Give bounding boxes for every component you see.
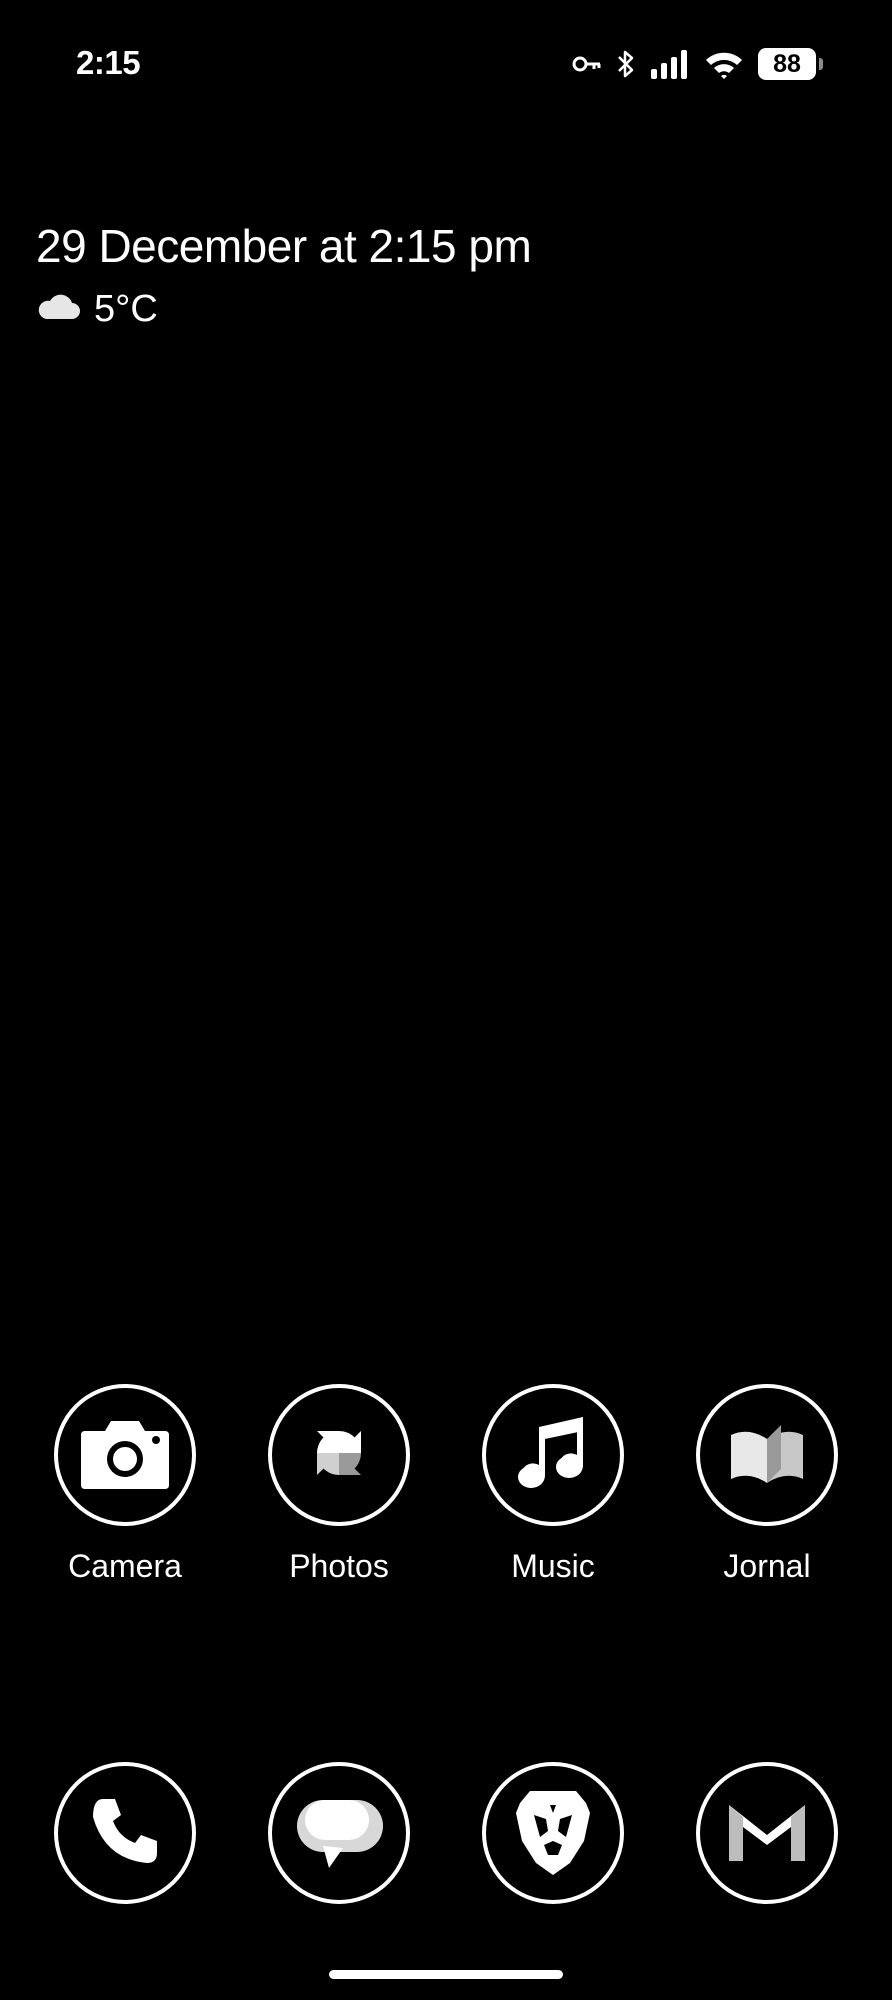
widget-date: 29 December at 2:15 pm	[36, 220, 532, 272]
bluetooth-icon	[616, 49, 636, 79]
app-music[interactable]: Music	[463, 1384, 643, 1585]
app-messages[interactable]	[249, 1762, 429, 1904]
app-label: Music	[511, 1548, 595, 1584]
status-time: 2:15	[76, 44, 141, 81]
app-icon-circle[interactable]	[482, 1762, 624, 1904]
gmail-icon	[719, 1791, 815, 1876]
app-icon-circle[interactable]	[696, 1762, 838, 1904]
temperature: 5°C	[94, 288, 158, 330]
phone-icon	[85, 1791, 165, 1876]
camera-icon	[77, 1413, 173, 1498]
cellular-signal-icon	[650, 49, 690, 79]
status-icons: 88	[572, 44, 823, 84]
brave-lion-icon	[510, 1783, 596, 1884]
cloud-icon	[36, 288, 80, 331]
messages-bubble-icon	[289, 1786, 389, 1881]
app-icon-circle[interactable]	[54, 1384, 196, 1526]
app-label: Camera	[68, 1548, 182, 1584]
status-bar: 2:15 88	[0, 0, 892, 120]
battery-icon: 88	[758, 48, 823, 80]
date-weather-widget[interactable]: 29 December at 2:15 pm 5°C	[36, 218, 532, 331]
app-camera[interactable]: Camera	[35, 1384, 215, 1585]
app-label: Photos	[289, 1548, 389, 1584]
app-icon-circle[interactable]	[696, 1384, 838, 1526]
vpn-key-icon	[572, 54, 602, 74]
app-gmail[interactable]	[677, 1762, 857, 1904]
app-icon-circle[interactable]	[268, 1384, 410, 1526]
wifi-icon	[704, 49, 744, 79]
app-icon-circle[interactable]	[54, 1762, 196, 1904]
open-book-icon	[719, 1405, 815, 1506]
app-label: Jornal	[723, 1548, 811, 1584]
widget-weather: 5°C	[36, 288, 531, 331]
app-photos[interactable]: Photos	[249, 1384, 429, 1585]
pinwheel-photos-icon	[291, 1405, 387, 1506]
app-phone[interactable]	[35, 1762, 215, 1904]
app-brave[interactable]	[463, 1762, 643, 1904]
app-icon-circle[interactable]	[268, 1762, 410, 1904]
app-icon-circle[interactable]	[482, 1384, 624, 1526]
app-jornal[interactable]: Jornal	[677, 1384, 857, 1585]
music-note-icon	[505, 1405, 601, 1506]
home-indicator[interactable]	[329, 1970, 563, 1979]
